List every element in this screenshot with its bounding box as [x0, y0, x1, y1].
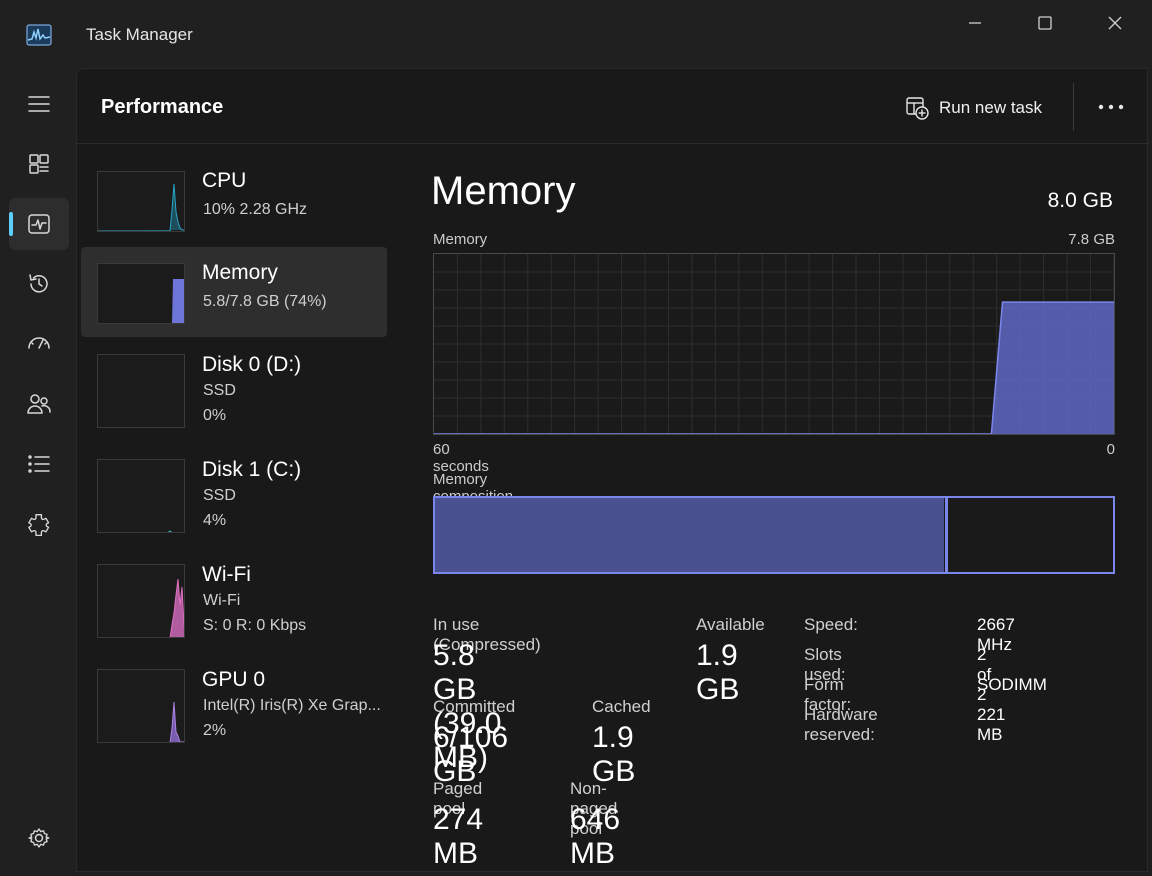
run-new-task-icon: [906, 97, 929, 120]
sidebar-item-cpu[interactable]: CPU 10% 2.28 GHz: [81, 155, 387, 245]
nav-users[interactable]: [9, 378, 69, 430]
sidebar-item-name: GPU 0: [202, 668, 266, 691]
performance-icon: [28, 214, 50, 234]
header-divider: [1073, 83, 1074, 131]
sidebar-item-adapter: Wi-Fi: [203, 592, 241, 609]
sidebar-item-name: Memory: [202, 261, 278, 284]
sidebar-item-disk-1[interactable]: Disk 1 (C:) SSD 4%: [81, 444, 387, 544]
hardware-reserved-value: 221 MB: [977, 705, 1006, 744]
more-options-button[interactable]: [1093, 91, 1129, 123]
hardware-reserved-label: Hardware reserved:: [804, 705, 878, 744]
nav-processes[interactable]: [9, 138, 69, 190]
memory-usage-area: [434, 302, 1114, 434]
run-new-task-button[interactable]: Run new task: [905, 93, 1042, 123]
hamburger-icon: [28, 96, 50, 112]
composition-in-use: [435, 498, 944, 572]
memory-thumbnail-graph: [97, 263, 185, 324]
available-value: 1.9 GB: [696, 639, 740, 706]
users-icon: [27, 394, 51, 414]
sidebar-item-name: Wi-Fi: [202, 563, 251, 586]
page-title: Performance: [101, 96, 224, 118]
graph-time-left: 60 seconds: [433, 441, 489, 475]
details-icon: [28, 455, 50, 473]
content-panel: Performance Run new task CPU 10% 2.28 GH…: [76, 68, 1149, 872]
non-paged-pool-value: 646 MB: [570, 803, 621, 870]
cpu-thumbnail-graph: [97, 171, 185, 232]
sidebar-item-gpu-0[interactable]: GPU 0 Intel(R) Iris(R) Xe Grap... 2%: [81, 654, 387, 754]
sidebar-item-disk-0[interactable]: Disk 0 (D:) SSD 0%: [81, 339, 387, 439]
speed-label: Speed:: [804, 615, 858, 634]
memory-total: 8.0 GB: [1047, 189, 1113, 212]
memory-title: Memory: [431, 169, 576, 213]
page-header: Performance Run new task: [77, 69, 1149, 144]
composition-modified: [945, 498, 948, 572]
nav-performance[interactable]: [9, 198, 69, 250]
memory-usage-graph: [433, 253, 1115, 435]
disk1-thumbnail-graph: [97, 459, 185, 533]
graph-time-right: 0: [1106, 441, 1115, 458]
paged-pool-value: 274 MB: [433, 803, 484, 870]
gpu-thumbnail-graph: [97, 669, 185, 743]
navigation-rail: [0, 68, 76, 876]
app-history-icon: [29, 274, 48, 293]
sidebar-item-memory[interactable]: Memory 5.8/7.8 GB (74%): [81, 247, 387, 337]
nav-services[interactable]: [9, 498, 69, 550]
close-icon: [1108, 16, 1122, 30]
maximize-button[interactable]: [1010, 0, 1080, 46]
committed-label: Committed: [433, 697, 516, 716]
sidebar-item-type: SSD: [203, 382, 236, 399]
nav-startup-apps[interactable]: [9, 318, 69, 370]
memory-composition-bar: [433, 496, 1115, 574]
sidebar-item-model: Intel(R) Iris(R) Xe Grap...: [203, 697, 381, 714]
startup-apps-icon: [28, 337, 50, 349]
nav-app-history[interactable]: [9, 258, 69, 310]
sidebar-item-usage: 0%: [203, 407, 227, 424]
cached-label: Cached: [592, 697, 651, 716]
maximize-icon: [1038, 16, 1052, 30]
memory-usage-chart: [434, 254, 1115, 435]
sidebar-item-type: SSD: [203, 487, 236, 504]
title-bar: Task Manager: [0, 0, 1152, 68]
sidebar-item-usage: 2%: [203, 722, 227, 739]
run-new-task-label: Run new task: [939, 98, 1042, 117]
disk0-thumbnail-graph: [97, 354, 185, 428]
processes-icon: [29, 154, 49, 174]
sidebar-item-wifi[interactable]: Wi-Fi Wi-Fi S: 0 R: 0 Kbps: [81, 549, 387, 649]
memory-usage-max: 7.8 GB: [1068, 231, 1115, 248]
nav-settings[interactable]: [9, 812, 69, 864]
task-manager-app-icon: [26, 24, 52, 46]
window-title: Task Manager: [86, 25, 193, 44]
available-label: Available: [696, 615, 765, 634]
services-icon: [28, 514, 50, 536]
minimize-button[interactable]: [940, 0, 1010, 46]
minimize-icon: [969, 22, 981, 24]
form-factor-value: SODIMM: [977, 675, 1047, 694]
sidebar-item-throughput: S: 0 R: 0 Kbps: [203, 617, 307, 634]
sidebar-item-name: Disk 1 (C:): [202, 458, 302, 481]
sidebar-item-detail: 10% 2.28 GHz: [203, 201, 308, 218]
hamburger-menu-button[interactable]: [9, 78, 69, 130]
more-options-icon: [1098, 104, 1124, 110]
sidebar-item-detail: 5.8/7.8 GB (74%): [203, 293, 327, 310]
nav-details[interactable]: [9, 438, 69, 490]
wifi-thumbnail-graph: [97, 564, 185, 638]
settings-icon: [28, 828, 50, 848]
sidebar-item-name: Disk 0 (D:): [202, 353, 302, 376]
active-indicator: [9, 212, 13, 236]
sidebar-item-usage: 4%: [203, 512, 227, 529]
close-button[interactable]: [1080, 0, 1150, 46]
sidebar-item-name: CPU: [202, 169, 247, 192]
